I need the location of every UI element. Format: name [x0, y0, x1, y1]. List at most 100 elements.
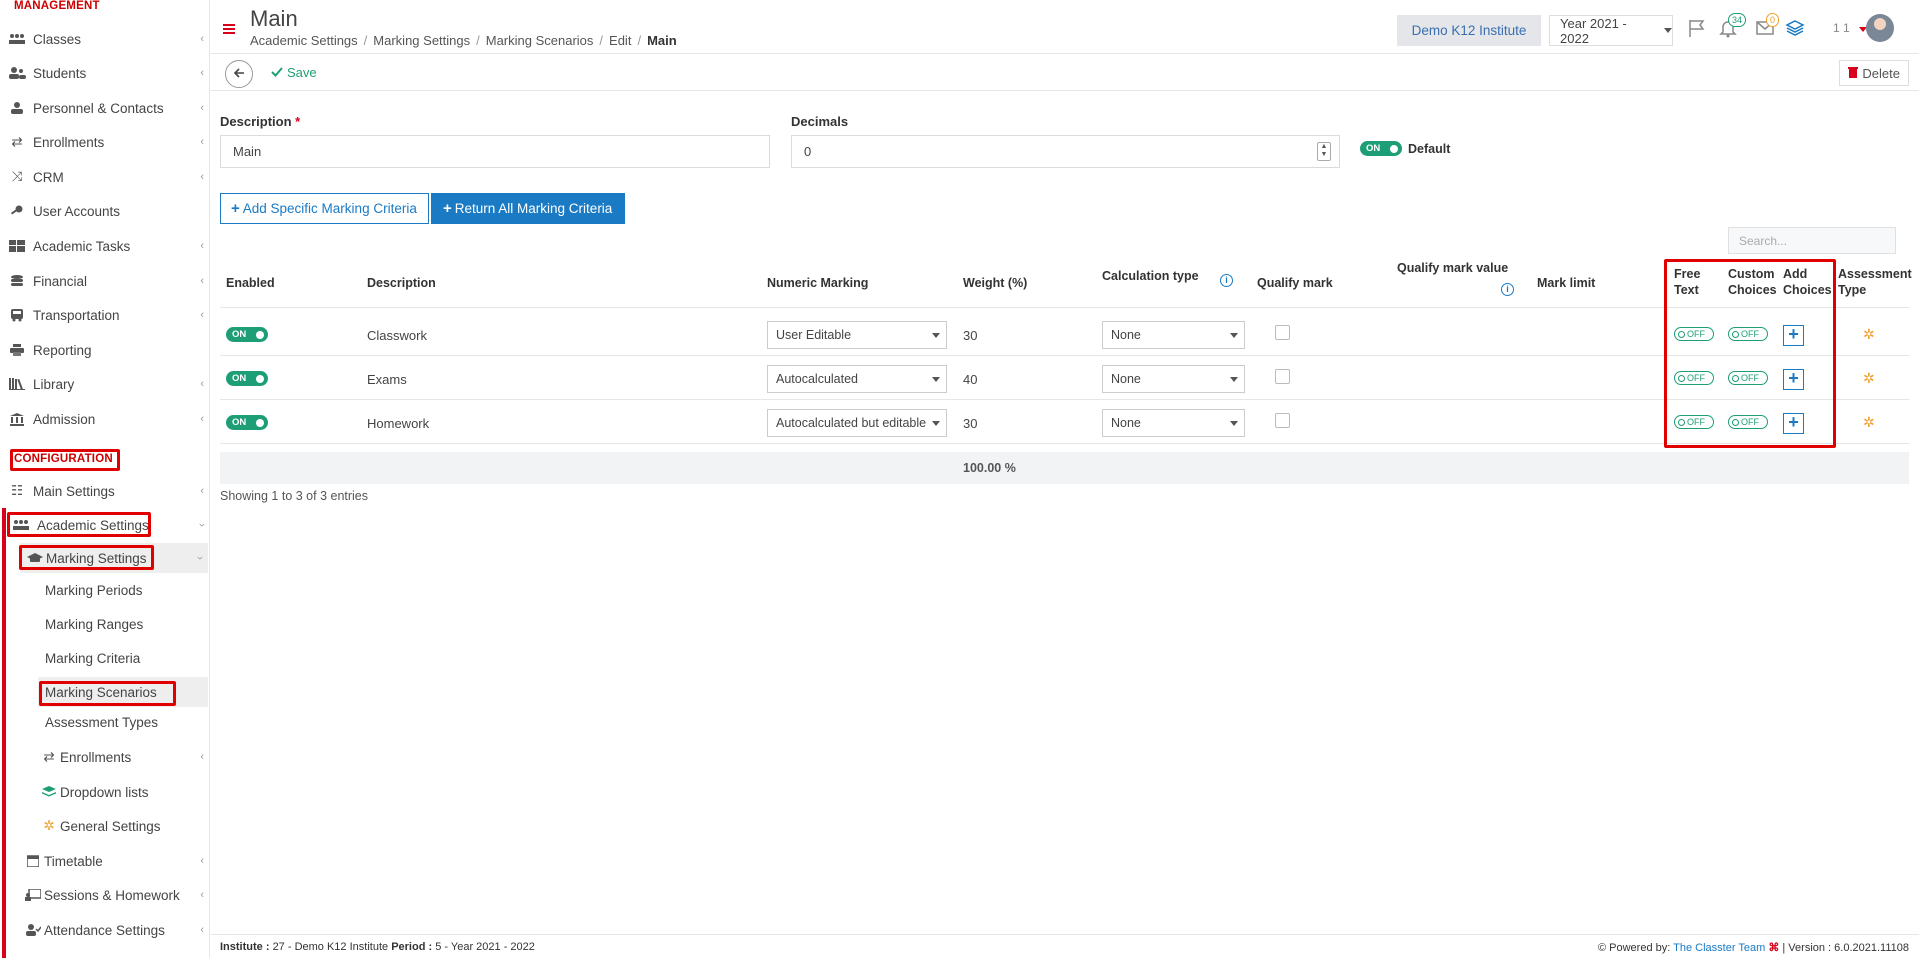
col-header-qualify-mark[interactable]: Qualify mark — [1257, 275, 1333, 291]
return-all-label: Return All Marking Criteria — [454, 201, 613, 216]
calc-type-select[interactable]: None — [1102, 365, 1245, 393]
save-button[interactable]: Save — [271, 65, 317, 80]
sidebar-item-academic-settings[interactable]: Academic Settings ‹ — [0, 510, 209, 540]
books-icon — [8, 377, 26, 391]
sidebar-item-timetable[interactable]: Timetable ‹ — [0, 846, 209, 876]
col-header-free-text[interactable]: Free Text — [1674, 266, 1700, 298]
col-header-calc-type[interactable]: Calculation type — [1102, 268, 1199, 284]
col-header-description[interactable]: Description — [367, 275, 436, 291]
enabled-toggle[interactable]: ON — [226, 415, 268, 430]
description-input[interactable]: Main — [220, 135, 770, 168]
add-choices-button[interactable]: + — [1783, 369, 1804, 390]
gears-icon: ✲ — [43, 818, 55, 833]
avatar[interactable] — [1866, 14, 1894, 42]
sidebar-item-dropdown-lists[interactable]: Dropdown lists — [0, 777, 209, 807]
breadcrumb: Academic Settings / Marking Settings / Mar… — [250, 33, 677, 48]
col-header-mark-limit[interactable]: Mark limit — [1537, 275, 1595, 291]
qualify-mark-checkbox[interactable] — [1275, 413, 1290, 428]
calc-type-select[interactable]: None — [1102, 409, 1245, 437]
enabled-toggle[interactable]: ON — [226, 371, 268, 386]
flag-icon[interactable] — [1687, 18, 1707, 41]
numeric-marking-select[interactable]: Autocalculated but editable — [767, 409, 947, 437]
version-text: | Version : 6.0.2021.11108 — [1782, 942, 1909, 954]
row-weight[interactable]: 40 — [963, 372, 977, 387]
sidebar-item-config-enrollments[interactable]: ⇄ Enrollments ‹ — [0, 742, 209, 772]
free-text-toggle[interactable]: OFF — [1674, 371, 1714, 385]
default-toggle[interactable]: ON — [1360, 141, 1402, 156]
sidebar-item-marking-criteria[interactable]: Marking Criteria — [0, 643, 209, 673]
col-header-numeric-marking[interactable]: Numeric Marking — [767, 275, 868, 291]
sidebar-item-enrollments[interactable]: ⇄ Enrollments ‹ — [0, 127, 209, 157]
sidebar-item-personnel[interactable]: Personnel & Contacts ‹ — [0, 93, 209, 123]
add-specific-criteria-button[interactable]: + Add Specific Marking Criteria — [220, 193, 429, 224]
enabled-toggle[interactable]: ON — [226, 327, 268, 342]
sidebar-item-admission[interactable]: Admission ‹ — [0, 404, 209, 434]
breadcrumb-item[interactable]: Edit — [609, 33, 631, 48]
user-menu[interactable]: 1 1 — [1833, 21, 1868, 35]
sidebar-item-transportation[interactable]: Transportation ‹ — [0, 300, 209, 330]
sidebar-item-crm[interactable]: ⤨ CRM ‹ — [0, 162, 209, 192]
plus-icon: + — [443, 200, 452, 217]
sidebar-item-assessment-types[interactable]: Assessment Types — [0, 707, 209, 737]
sidebar-item-user-accounts[interactable]: User Accounts — [0, 196, 209, 226]
search-input[interactable]: Search... — [1728, 227, 1896, 254]
numeric-marking-select[interactable]: User Editable — [767, 321, 947, 349]
row-weight[interactable]: 30 — [963, 328, 977, 343]
gears-icon[interactable]: ✲ — [1863, 414, 1875, 431]
delete-button[interactable]: Delete — [1839, 60, 1909, 86]
col-header-add-choices[interactable]: Add Choices — [1783, 266, 1832, 298]
custom-choices-toggle[interactable]: OFF — [1728, 415, 1768, 429]
custom-choices-toggle[interactable]: OFF — [1728, 371, 1768, 385]
calc-type-select[interactable]: None — [1102, 321, 1245, 349]
sidebar-item-financial[interactable]: Financial ‹ — [0, 266, 209, 296]
sidebar-item-attendance-settings[interactable]: Attendance Settings ‹ — [0, 915, 209, 945]
sidebar-item-reporting[interactable]: Reporting — [0, 335, 209, 365]
sidebar-item-classes[interactable]: Classes ‹ — [0, 24, 209, 54]
col-header-weight[interactable]: Weight (%) — [963, 275, 1027, 291]
year-selector[interactable]: Year 2021 - 2022 — [1549, 15, 1673, 46]
sidebar-item-sessions-homework[interactable]: Sessions & Homework ‹ — [0, 880, 209, 910]
col-header-assessment-type[interactable]: Assessment Type — [1838, 266, 1912, 298]
info-icon[interactable]: i — [1220, 274, 1233, 287]
add-choices-button[interactable]: + — [1783, 325, 1804, 346]
free-text-toggle[interactable]: OFF — [1674, 415, 1714, 429]
number-spinner[interactable]: ▲ ▼ — [1317, 142, 1331, 161]
sidebar-item-marking-scenarios[interactable]: Marking Scenarios — [38, 677, 208, 707]
sidebar-item-academic-tasks[interactable]: Academic Tasks ‹ — [0, 231, 209, 261]
gears-icon[interactable]: ✲ — [1863, 370, 1875, 387]
col-header-custom-choices[interactable]: Custom Choices — [1728, 266, 1777, 298]
qualify-mark-checkbox[interactable] — [1275, 325, 1290, 340]
breadcrumb-item[interactable]: Marking Scenarios — [486, 33, 594, 48]
sidebar-item-general-settings[interactable]: ✲ General Settings — [0, 811, 209, 841]
info-icon[interactable]: i — [1501, 283, 1514, 296]
back-button[interactable] — [225, 60, 253, 88]
sidebar-item-students[interactable]: Students ‹ — [0, 58, 209, 88]
footer: Institute : 27 - Demo K12 Institute Peri… — [211, 934, 1919, 958]
layers-icon[interactable] — [1785, 18, 1805, 41]
col-header-qualify-mark-value[interactable]: Qualify mark value — [1397, 260, 1508, 276]
breadcrumb-item[interactable]: Academic Settings — [250, 33, 358, 48]
total-weight: 100.00 % — [963, 461, 1016, 475]
sidebar-item-marking-settings[interactable]: Marking Settings ‹ — [20, 543, 208, 573]
table-total-row: 100.00 % — [220, 452, 1909, 484]
sidebar-item-marking-periods[interactable]: Marking Periods — [0, 575, 209, 605]
sidebar-item-main-settings[interactable]: ☷ Main Settings ‹ — [0, 476, 209, 506]
numeric-marking-select[interactable]: Autocalculated — [767, 365, 947, 393]
row-weight[interactable]: 30 — [963, 416, 977, 431]
qualify-mark-checkbox[interactable] — [1275, 369, 1290, 384]
institute-selector[interactable]: Demo K12 Institute — [1397, 15, 1541, 46]
hamburger-menu-icon[interactable] — [223, 24, 235, 34]
app-root: MANAGEMENT Classes ‹ Students ‹ Personne… — [0, 0, 1919, 958]
return-all-criteria-button[interactable]: + Return All Marking Criteria — [431, 193, 626, 224]
col-header-enabled[interactable]: Enabled — [226, 275, 275, 291]
sidebar-item-library[interactable]: Library ‹ — [0, 369, 209, 399]
decimals-input[interactable]: 0 ▲ ▼ — [791, 135, 1340, 168]
gears-icon[interactable]: ✲ — [1863, 326, 1875, 343]
classter-team-link[interactable]: The Classter Team — [1673, 942, 1765, 954]
sidebar-item-marking-ranges[interactable]: Marking Ranges — [0, 609, 209, 639]
custom-choices-toggle[interactable]: OFF — [1728, 327, 1768, 341]
breadcrumb-item[interactable]: Marking Settings — [373, 33, 470, 48]
add-choices-button[interactable]: + — [1783, 413, 1804, 434]
free-text-toggle[interactable]: OFF — [1674, 327, 1714, 341]
sidebar-item-label: Marking Ranges — [45, 616, 144, 632]
